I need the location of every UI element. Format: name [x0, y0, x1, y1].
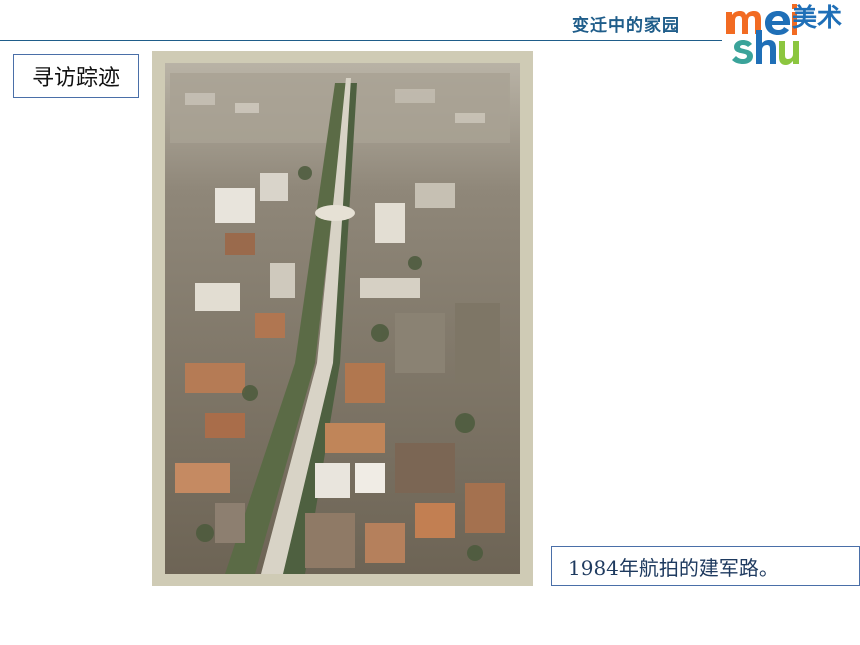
photo-frame: [152, 51, 533, 586]
photo-caption: 1984年航拍的建军路。: [551, 546, 860, 586]
section-label: 寻访踪迹: [13, 54, 139, 98]
logo-chinese-text: 美术: [792, 3, 843, 32]
roundabout: [315, 205, 355, 221]
aerial-photo: [165, 63, 520, 574]
page-title: 变迁中的家园: [572, 16, 680, 36]
meishu-logo: 美术: [722, 0, 860, 70]
header-divider: [0, 40, 722, 41]
